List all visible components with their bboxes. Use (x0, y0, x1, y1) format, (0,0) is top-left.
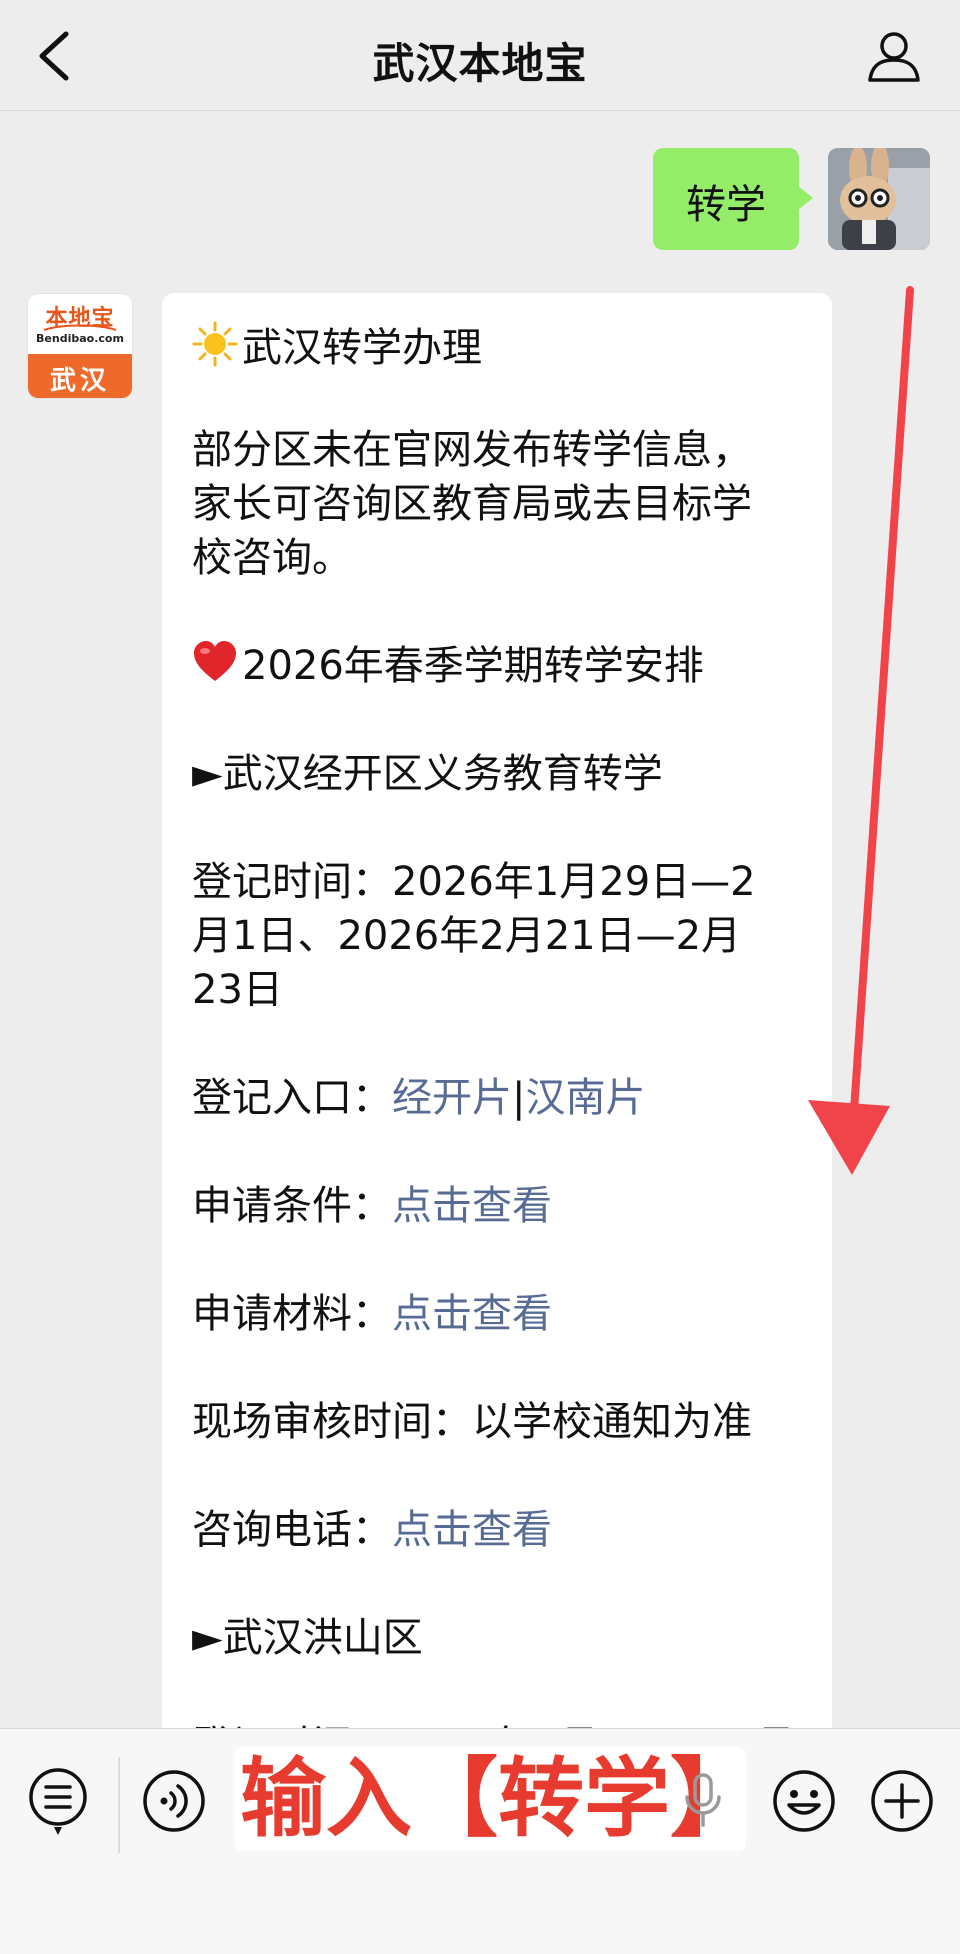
intro-line-1: 部分区未在官网发布转学信息， (192, 427, 752, 473)
sun-emoji (192, 321, 238, 367)
logo-swoosh-icon (43, 324, 117, 331)
district-heading-2: ►武汉洪山区 (192, 1615, 423, 1661)
microphone-icon[interactable] (682, 1773, 724, 1829)
avatar-city-band: 武汉 (28, 354, 132, 398)
city-label: 武汉 (49, 366, 110, 396)
conditions-link[interactable]: 点击查看 (392, 1183, 552, 1229)
message-title-row: 武汉转学办理 (192, 321, 816, 375)
review-time: 现场审核时间：以学校通知为准 (192, 1399, 752, 1445)
page-title: 武汉本地宝 (372, 39, 588, 88)
input-value: 输入【转学】 (240, 1749, 756, 1849)
user-message-bubble[interactable]: 转学 (653, 148, 813, 250)
avatar-logo-area: 本地宝 Bendibao.com (28, 294, 132, 354)
input-bar: 输入【转学】 (0, 1728, 960, 1954)
entry-label: 登记入口： (192, 1075, 392, 1121)
menu-list-icon[interactable] (28, 1767, 90, 1837)
entry-separator: | (512, 1075, 526, 1121)
phone-label: 咨询电话： (192, 1507, 392, 1553)
entry-row: 登记入口：经开片|汉南片 (192, 1071, 816, 1125)
materials-link[interactable]: 点击查看 (392, 1291, 552, 1337)
voice-icon[interactable] (142, 1769, 206, 1833)
reg-time-line-2: 月1日、2026年2月21日—2月 (192, 913, 742, 959)
bar-divider (118, 1757, 120, 1853)
materials-row: 申请材料：点击查看 (192, 1287, 816, 1341)
user-message-text: 转学 (686, 182, 766, 228)
intro-line-3: 校咨询。 (192, 535, 352, 581)
plus-icon[interactable] (870, 1769, 934, 1833)
reg-time-line-3: 23日 (192, 967, 283, 1013)
bot-message-bubble: 武汉转学办理 部分区未在官网发布转学信息， 家长可咨询区教育局或去目标学 校咨询… (162, 293, 832, 1743)
entry-link-hannan[interactable]: 汉南片 (525, 1075, 645, 1121)
avatar-image (828, 148, 930, 250)
section-heading-row: 2026年春季学期转学安排 (192, 639, 816, 693)
entry-link-jingkai[interactable]: 经开片 (392, 1075, 512, 1121)
message-input[interactable]: 输入【转学】 (234, 1747, 756, 1851)
rabbit-avatar[interactable] (828, 148, 930, 250)
message-title: 武汉转学办理 (242, 325, 482, 371)
nav-header: 武汉本地宝 (0, 0, 960, 111)
conditions-row: 申请条件：点击查看 (192, 1179, 816, 1233)
reg-time-line-1: 登记时间：2026年1月29日—2 (192, 859, 756, 905)
conditions-label: 申请条件： (192, 1183, 392, 1229)
materials-label: 申请材料： (192, 1291, 392, 1337)
heart-emoji (194, 641, 236, 681)
district-heading-1: ►武汉经开区义务教育转学 (192, 751, 663, 797)
phone-row: 咨询电话：点击查看 (192, 1503, 816, 1557)
phone-link[interactable]: 点击查看 (392, 1507, 552, 1553)
section-heading: 2026年春季学期转学安排 (242, 643, 704, 689)
logo-subtext: Bendibao.com (36, 332, 124, 345)
intro-line-2: 家长可咨询区教育局或去目标学 (192, 481, 752, 527)
emoji-icon[interactable] (772, 1769, 836, 1833)
person-icon[interactable] (866, 28, 922, 84)
red-arrow-down-icon (808, 286, 914, 1175)
account-avatar[interactable]: 本地宝 Bendibao.com 武汉 (28, 294, 132, 398)
